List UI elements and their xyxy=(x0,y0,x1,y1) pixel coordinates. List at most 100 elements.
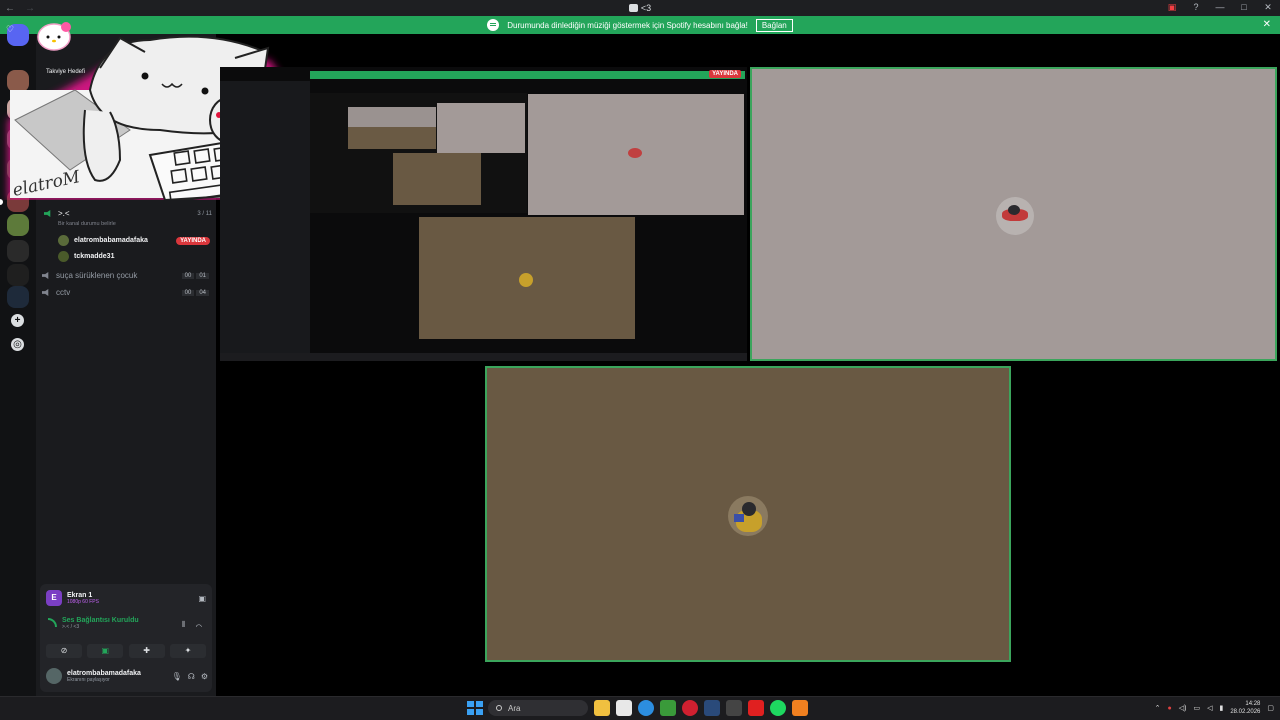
user-status: Ekranını paylaşıyor xyxy=(67,676,110,683)
mic-icon[interactable]: ● xyxy=(1168,705,1172,712)
discord-window: ← → <3 ▣ ? — □ ✕ Durumunda dinlediğin mü… xyxy=(0,0,1280,720)
channel-name: >.< xyxy=(58,209,70,218)
add-server-icon[interactable]: + xyxy=(11,314,24,327)
server-icon[interactable] xyxy=(7,214,29,236)
screen-share-button[interactable]: ▣ xyxy=(87,644,124,658)
heart-icon: ♡ xyxy=(6,24,14,34)
avatar xyxy=(58,251,69,262)
member-name: tckmadde31 xyxy=(74,253,115,260)
voice-panel: E Ekran 1 1080p 60 FPS ▣ Ses Bağlantısı … xyxy=(40,584,212,692)
stream-tile-own-screen[interactable]: YAYINDA xyxy=(220,67,747,361)
file-explorer-icon[interactable] xyxy=(594,700,610,716)
nested-screen xyxy=(310,93,527,213)
stream-info: E Ekran 1 1080p 60 FPS ▣ xyxy=(46,590,206,606)
connect-spotify-button[interactable]: Bağlan xyxy=(755,18,793,32)
network-icon[interactable]: ▭ xyxy=(1193,704,1200,712)
avatar xyxy=(58,235,69,246)
member-name: elatrombabamadafaka xyxy=(74,237,148,244)
voice-channel[interactable]: cctv 00 04 xyxy=(42,288,210,297)
maximize-icon[interactable]: □ xyxy=(1238,2,1250,13)
live-badge: YAYINDA xyxy=(176,236,210,245)
clock-date: 28.02.2026 xyxy=(1230,709,1261,715)
clock-time: 14:28 xyxy=(1245,701,1261,707)
xbox-icon[interactable] xyxy=(726,700,742,716)
search-placeholder: Ara xyxy=(508,703,521,713)
title-bar: ← → <3 ▣ ? — □ ✕ xyxy=(0,0,1280,16)
stream-tile-user-1[interactable] xyxy=(750,67,1277,361)
channel-counter: 00 04 xyxy=(180,288,210,297)
battery-icon[interactable]: ▮ xyxy=(1219,704,1223,712)
banner-close-icon[interactable]: ✕ xyxy=(1263,19,1271,30)
soundboard-icon[interactable]: ✦ xyxy=(169,644,206,658)
forward-arrow-icon[interactable]: → xyxy=(20,3,40,14)
store-icon[interactable] xyxy=(616,700,632,716)
speaker-icon xyxy=(44,210,51,217)
discover-icon[interactable]: ◎ xyxy=(11,338,24,351)
gear-icon[interactable]: ⚙ xyxy=(201,672,208,681)
boost-goal-label[interactable]: Takviye Hedefi xyxy=(46,69,85,75)
stream-quality: 1080p 60 FPS xyxy=(67,598,99,605)
server-icon[interactable] xyxy=(7,264,29,286)
activities-icon[interactable]: ✚ xyxy=(128,644,165,658)
user-avatar xyxy=(996,197,1034,235)
speaker-icon xyxy=(628,4,638,12)
speaker-icon[interactable]: ◁) xyxy=(1179,704,1187,712)
channel-user-count: 3 / 11 xyxy=(197,210,212,217)
stream-name: Ekran 1 xyxy=(67,591,93,599)
screen-share-icon[interactable]: ▣ xyxy=(1166,2,1178,13)
server-icon[interactable] xyxy=(7,286,29,308)
channel-status-prompt[interactable]: Bir kanal durumu belirle xyxy=(42,221,212,227)
window-title-text: <3 xyxy=(640,3,652,13)
channel-counter: 00 01 xyxy=(180,271,210,280)
clock[interactable]: 14:28 28.02.2026 xyxy=(1230,700,1260,716)
windows-start-icon[interactable] xyxy=(466,700,483,716)
nested-tile-cctv xyxy=(419,217,635,339)
voice-member[interactable]: elatrombabamadafaka YAYINDA xyxy=(58,235,210,246)
nested-banner xyxy=(310,71,745,79)
screen-avatar: E xyxy=(46,590,62,606)
speaker-icon xyxy=(42,272,49,279)
spotify-icon[interactable] xyxy=(770,700,786,716)
banner-message: Durumunda dinlediğin müziği göstermek iç… xyxy=(507,20,748,30)
stream-settings-icon[interactable]: ▣ xyxy=(198,594,206,603)
camera-off-icon[interactable]: ⊘ xyxy=(46,644,82,658)
headphones-icon[interactable]: ☊ xyxy=(188,672,195,681)
connection-status: Ses Bağlantısı Kuruldu >.< / <3 ⦀ ⌒ xyxy=(48,617,208,630)
help-icon[interactable]: ? xyxy=(1190,2,1202,13)
app-icon[interactable] xyxy=(792,700,808,716)
disconnect-icon[interactable]: ⦀ ⌒ xyxy=(182,620,206,630)
voice-member[interactable]: tckmadde31 xyxy=(58,251,210,262)
stream-tile-user-2[interactable] xyxy=(485,366,1011,662)
live-badge: YAYINDA xyxy=(709,70,741,78)
nested-sidebar xyxy=(220,81,310,361)
close-window-icon[interactable]: ✕ xyxy=(1262,2,1274,13)
edge-icon[interactable] xyxy=(638,700,654,716)
spotify-icon xyxy=(487,19,500,31)
avatar[interactable] xyxy=(46,668,62,684)
microphone-icon[interactable]: 🎙 xyxy=(172,672,182,681)
voice-channel[interactable]: suça sürüklenen çocuk 00 01 xyxy=(42,271,210,280)
nested-taskbar xyxy=(220,353,747,361)
user-avatar xyxy=(728,496,768,536)
taskbar-search[interactable]: Ara xyxy=(488,700,588,716)
minecraft-icon[interactable] xyxy=(660,700,676,716)
user-panel: elatrombabamadafaka Ekranını paylaşıyor … xyxy=(46,668,208,684)
server-icon[interactable] xyxy=(7,240,29,262)
nested-tile-camera xyxy=(528,94,744,215)
channel-name: cctv xyxy=(56,288,71,297)
volume-icon[interactable]: ◁ xyxy=(1207,704,1212,712)
chevron-up-icon[interactable]: ⌃ xyxy=(1155,704,1161,712)
system-tray: ⌃ ● ◁) ▭ ◁ ▮ 14:28 28.02.2026 ▢ xyxy=(1155,700,1274,716)
app-icon[interactable] xyxy=(748,700,764,716)
windows-taskbar: Ara ⌃ ● ◁) ▭ ◁ ▮ 14:28 28.02.2026 ▢ xyxy=(0,696,1280,720)
voice-actions: ⊘ ▣ ✚ ✦ xyxy=(46,644,206,660)
channel-name: suça sürüklenen çocuk xyxy=(56,271,138,280)
user-name: elatrombabamadafaka xyxy=(67,669,141,677)
steam-icon[interactable] xyxy=(704,700,720,716)
window-title: <3 xyxy=(0,3,1280,13)
search-icon xyxy=(496,705,502,711)
opera-icon[interactable] xyxy=(682,700,698,716)
minimize-icon[interactable]: — xyxy=(1214,2,1226,13)
back-arrow-icon[interactable]: ← xyxy=(0,3,20,14)
notification-icon[interactable]: ▢ xyxy=(1267,704,1274,712)
